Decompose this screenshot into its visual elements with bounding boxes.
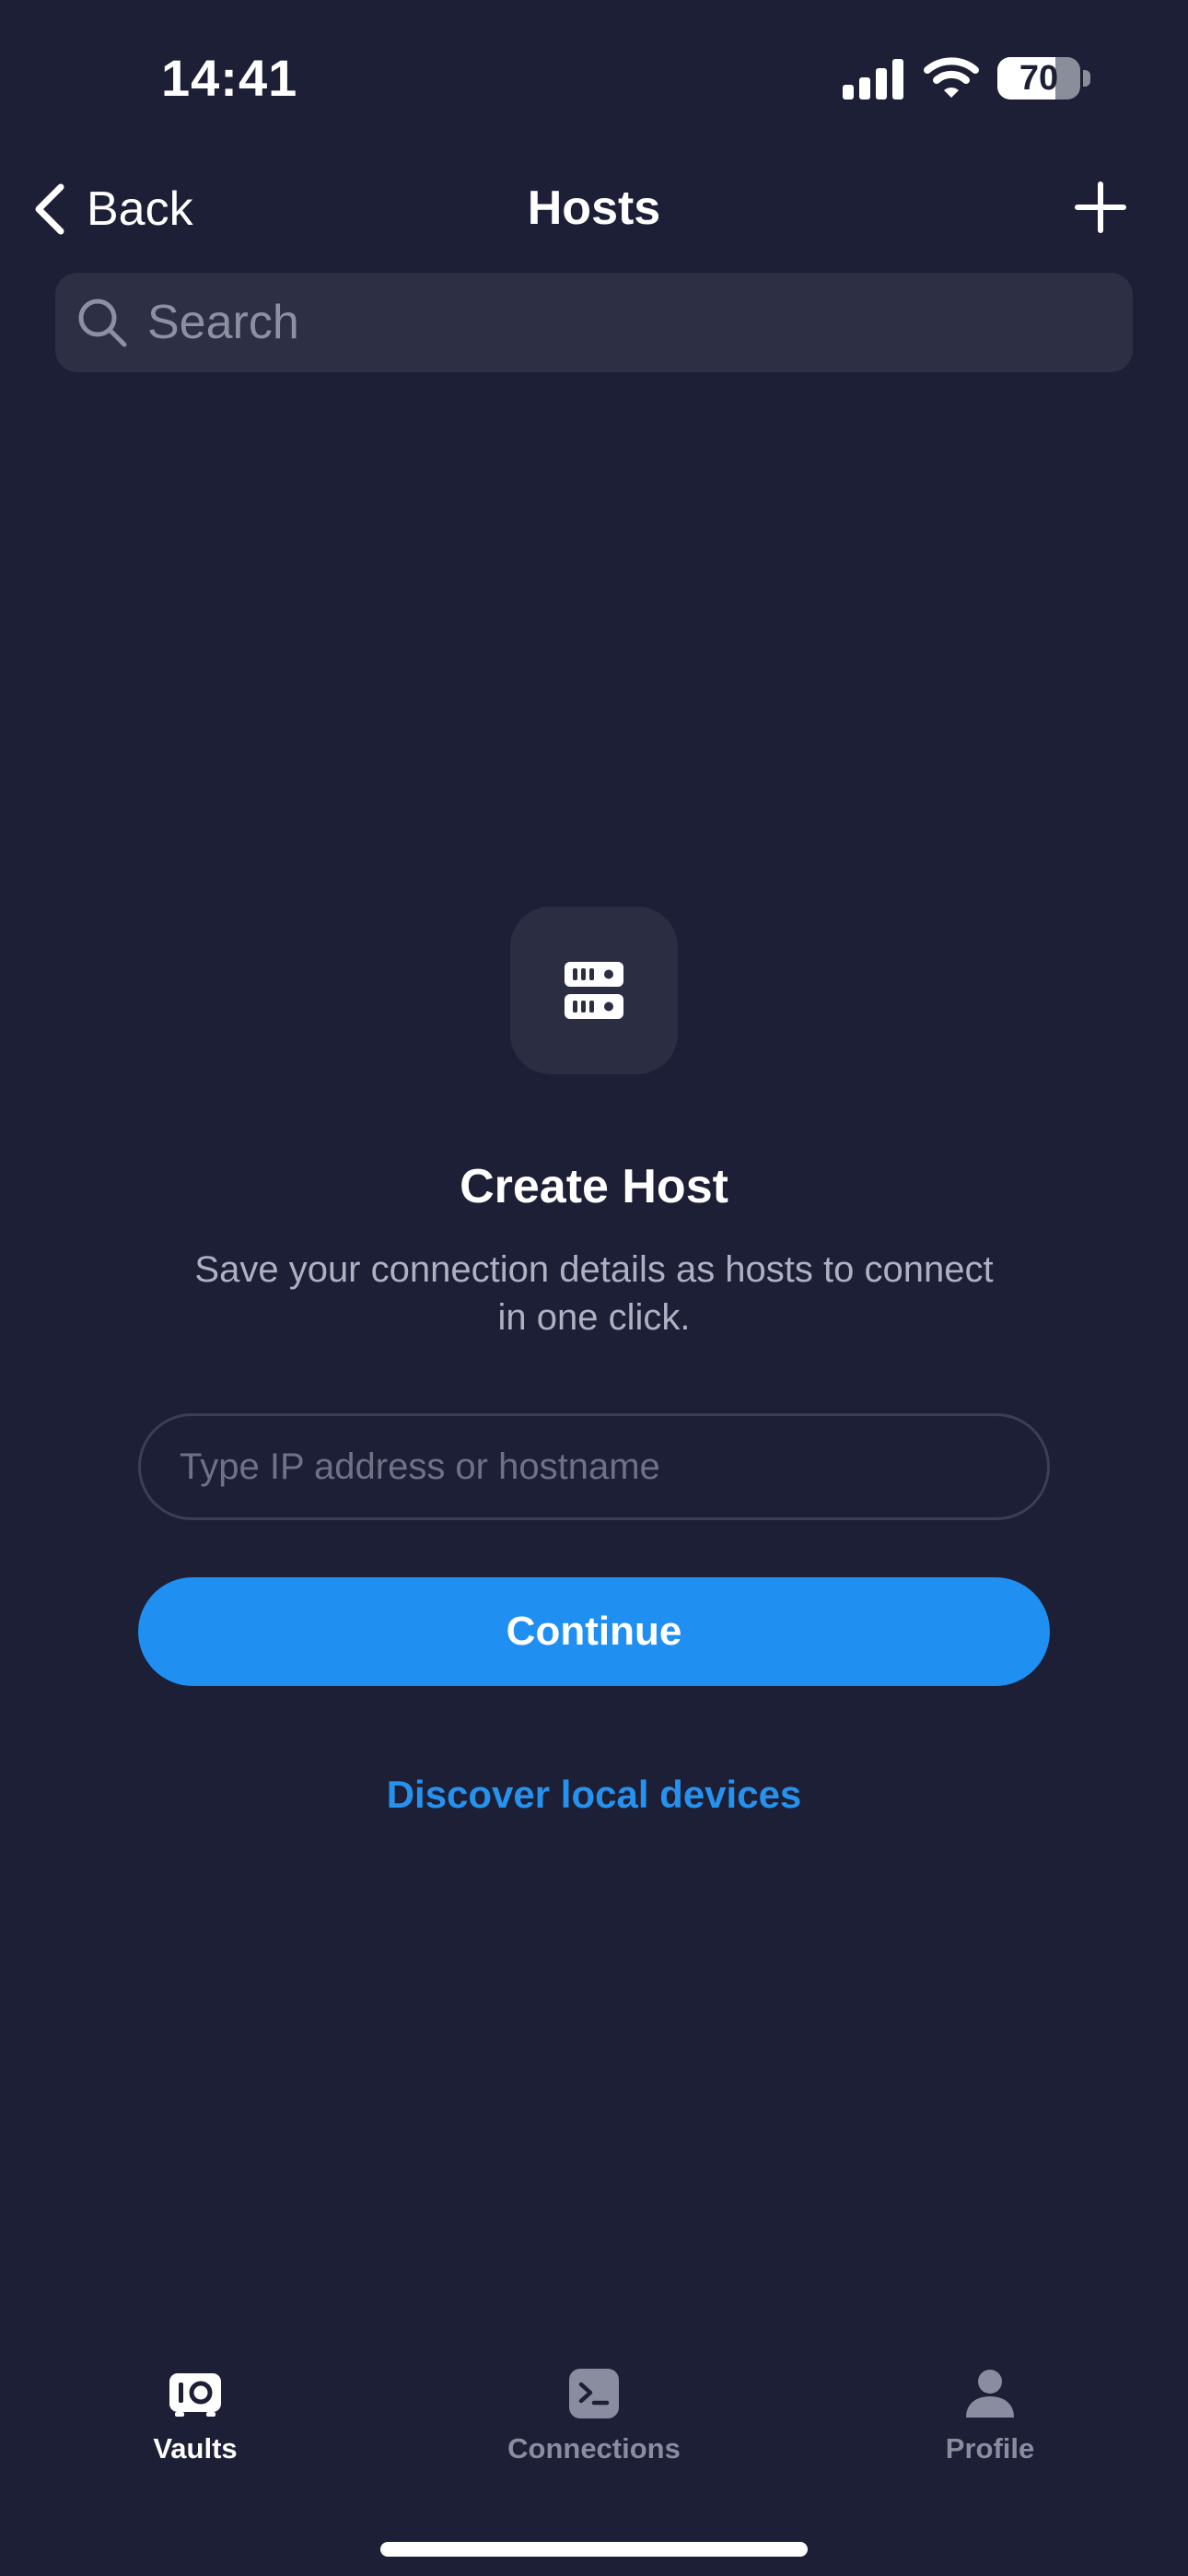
person-icon (966, 2370, 1014, 2418)
search-bar[interactable] (55, 273, 1133, 372)
hostname-input[interactable] (138, 1413, 1050, 1520)
server-icon-tile (510, 907, 678, 1074)
battery-cap (1083, 70, 1090, 87)
wifi-icon (924, 57, 979, 98)
tab-vaults[interactable]: Vaults (57, 2366, 333, 2495)
hosts-screen: 14:41 70 Back Hosts Search Create Host S… (0, 0, 1188, 2576)
tab-label-vaults: Vaults (153, 2432, 238, 2465)
search-input[interactable] (146, 294, 1066, 351)
server-icon (565, 962, 623, 1019)
tab-profile[interactable]: Profile (852, 2366, 1128, 2495)
battery-indicator: 70 (997, 57, 1080, 100)
page-title: Hosts (527, 181, 661, 235)
vault-icon (169, 2373, 221, 2417)
battery-level: 70 (1019, 59, 1059, 98)
terminal-icon (569, 2369, 619, 2418)
status-time: 14:41 (161, 49, 298, 107)
continue-button[interactable]: Continue (138, 1577, 1050, 1686)
empty-state-subtitle: Save your connection details as hosts to… (194, 1249, 994, 1338)
plus-icon[interactable] (1074, 181, 1127, 234)
tab-label-connections: Connections (507, 2432, 681, 2465)
empty-state-title: Create Host (460, 1160, 728, 1213)
discover-local-devices-link[interactable]: Discover local devices (0, 1773, 1188, 1817)
home-indicator (380, 2542, 808, 2557)
tab-label-profile: Profile (945, 2432, 1035, 2465)
tab-connections[interactable]: Connections (456, 2366, 732, 2495)
cellular-signal-icon (843, 59, 903, 100)
search-icon (78, 299, 127, 347)
